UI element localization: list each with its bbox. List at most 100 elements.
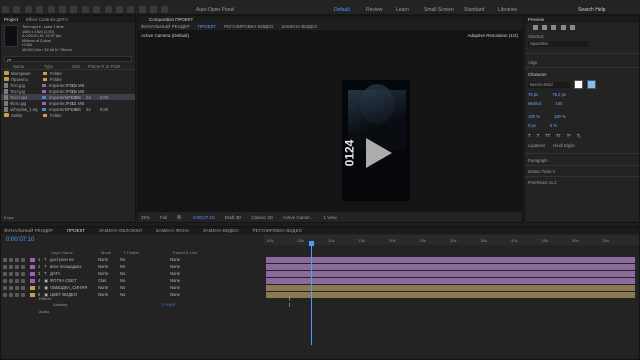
all-caps-button[interactable]: TT xyxy=(545,133,550,138)
leading-value[interactable]: 75,2 px xyxy=(552,92,566,97)
clone-tool-icon[interactable] xyxy=(127,6,135,13)
audio-icon[interactable] xyxy=(9,292,13,297)
solo-icon[interactable] xyxy=(15,257,19,262)
layer-trkmat[interactable]: No xyxy=(120,264,170,269)
workspace-review[interactable]: Review xyxy=(366,7,382,13)
workspace-learn[interactable]: Learn xyxy=(396,7,409,13)
solo-icon[interactable] xyxy=(15,264,19,269)
tsume-value[interactable]: 0 % xyxy=(550,123,557,128)
next-frame-icon[interactable] xyxy=(560,25,566,30)
layer-bar[interactable] xyxy=(266,291,635,298)
font-family-select[interactable]: Benzin-Bold xyxy=(528,81,570,88)
layer-label-color[interactable] xyxy=(30,292,35,297)
quality-select[interactable]: Full xyxy=(160,215,167,220)
puppet-tool-icon[interactable] xyxy=(161,6,169,13)
layer-trkmat[interactable]: No xyxy=(120,285,170,290)
subscript-button[interactable]: T₁ xyxy=(577,133,581,138)
tab-bg-replace[interactable]: ЗАМЕНА ФОНА xyxy=(156,228,189,233)
ligatures-checkbox[interactable]: Ligatures xyxy=(528,143,545,148)
layer-name[interactable]: всех площадках xyxy=(50,264,98,269)
layer-mode[interactable]: Clas xyxy=(98,278,120,283)
motion-tools-header[interactable]: Motion Tools 2 xyxy=(525,165,639,176)
col-in-point[interactable]: In Point xyxy=(106,64,120,69)
paragraph-header[interactable]: Paragraph xyxy=(525,153,639,165)
col-size[interactable]: Size xyxy=(72,64,88,69)
play-icon[interactable] xyxy=(551,25,557,30)
layer-name[interactable]: ОБВОДКА_СИНЯЯ xyxy=(50,285,98,290)
playhead[interactable] xyxy=(311,241,312,345)
kerning-value[interactable]: Metrics xyxy=(528,101,542,106)
lock-icon[interactable] xyxy=(21,285,25,290)
solo-icon[interactable] xyxy=(15,278,19,283)
roto-tool-icon[interactable] xyxy=(150,6,158,13)
type-tool-icon[interactable] xyxy=(104,6,112,13)
auto-open-panel-checkbox[interactable]: Auto-Open Panel xyxy=(196,7,234,13)
solo-icon[interactable] xyxy=(15,271,19,276)
lock-icon[interactable] xyxy=(21,292,25,297)
layer-trkmat[interactable]: No xyxy=(120,271,170,276)
col-layer-name[interactable]: Layer Name xyxy=(51,250,101,255)
audio-group[interactable]: Audio xyxy=(39,309,49,314)
faux-italic-button[interactable]: T xyxy=(537,133,540,138)
timeline-layer[interactable]: 2 Tвсех площадках Norm No None xyxy=(1,263,263,270)
layer-bar[interactable] xyxy=(266,256,635,263)
layer-mode[interactable]: Norm xyxy=(98,257,120,262)
col-type[interactable]: Type xyxy=(44,64,72,69)
tab-project-timeline[interactable]: ПРОЕКТ xyxy=(67,228,85,233)
layer-parent[interactable]: None xyxy=(170,264,180,269)
col-trkmat[interactable]: T TrkMat xyxy=(123,250,173,255)
effects-group[interactable]: Effects xyxy=(39,296,51,301)
workspace-libraries[interactable]: Libraries xyxy=(498,7,517,13)
layer-name[interactable]: ДАТА xyxy=(50,271,98,276)
rotate-tool-icon[interactable] xyxy=(47,6,55,13)
layer-mode[interactable]: Norm xyxy=(98,264,120,269)
tab-preview[interactable]: Preview xyxy=(528,17,544,22)
small-caps-button[interactable]: Tт xyxy=(556,133,560,138)
hand-tool-icon[interactable] xyxy=(24,6,32,13)
autokey-property[interactable]: Autokey xyxy=(53,302,67,307)
playhead-handle[interactable] xyxy=(309,241,314,246)
horizontal-scale[interactable]: 100 % xyxy=(554,114,566,119)
pan-behind-tool-icon[interactable] xyxy=(70,6,78,13)
lock-icon[interactable] xyxy=(21,271,25,276)
zoom-select[interactable]: 25% xyxy=(141,215,150,220)
layer-label-color[interactable] xyxy=(30,271,35,276)
layer-bar[interactable] xyxy=(266,277,635,284)
vertical-scale[interactable]: 100 % xyxy=(528,114,540,119)
camera-tool-icon[interactable] xyxy=(58,6,66,13)
col-name[interactable]: Name xyxy=(1,64,44,69)
layer-parent[interactable]: None xyxy=(170,271,180,276)
timeline-layer[interactable]: 5 ▣ ОБВОДКА_СИНЯЯ Norm No None xyxy=(1,284,263,291)
eye-icon[interactable] xyxy=(3,264,7,269)
audio-icon[interactable] xyxy=(9,278,13,283)
stroke-color-swatch[interactable] xyxy=(587,80,596,89)
layer-trkmat[interactable]: No xyxy=(120,257,170,262)
col-frame-rate[interactable]: Frame R... xyxy=(88,64,108,69)
layer-parent[interactable]: None xyxy=(170,278,180,283)
layer-bar[interactable] xyxy=(266,284,635,291)
lock-icon[interactable] xyxy=(21,257,25,262)
timeline-layer[interactable]: 1 Tдоступен на Norm No None xyxy=(1,256,263,263)
zoom-tool-icon[interactable] xyxy=(36,6,44,13)
brush-tool-icon[interactable] xyxy=(115,6,123,13)
superscript-button[interactable]: T¹ xyxy=(567,133,571,138)
lock-icon[interactable] xyxy=(21,264,25,269)
solo-icon[interactable] xyxy=(15,292,19,297)
timeline-timecode[interactable]: 0:00:07:10 xyxy=(6,237,34,243)
prev-frame-icon[interactable] xyxy=(542,25,548,30)
layer-label-color[interactable] xyxy=(30,264,35,269)
audio-icon[interactable] xyxy=(9,257,13,262)
layer-name[interactable]: ФОТКА СВЕТ xyxy=(50,278,98,283)
tab-final-render[interactable]: ФИНАЛЬНЫЙ РЕНДЕР xyxy=(141,24,190,29)
tab-effect-controls[interactable]: Effect Controls ДАТА xyxy=(26,17,68,22)
last-frame-icon[interactable] xyxy=(569,25,575,30)
layer-name[interactable]: доступен на xyxy=(50,257,98,262)
eraser-tool-icon[interactable] xyxy=(138,6,146,13)
layer-parent[interactable]: None xyxy=(170,257,180,262)
layer-label-color[interactable] xyxy=(30,278,35,283)
layer-mode[interactable]: Norm xyxy=(98,271,120,276)
layer-mode[interactable]: Norm xyxy=(98,292,120,297)
layer-bar[interactable] xyxy=(266,270,635,277)
eye-icon[interactable] xyxy=(3,278,7,283)
shortcut-select[interactable]: Spacebar xyxy=(528,41,588,47)
